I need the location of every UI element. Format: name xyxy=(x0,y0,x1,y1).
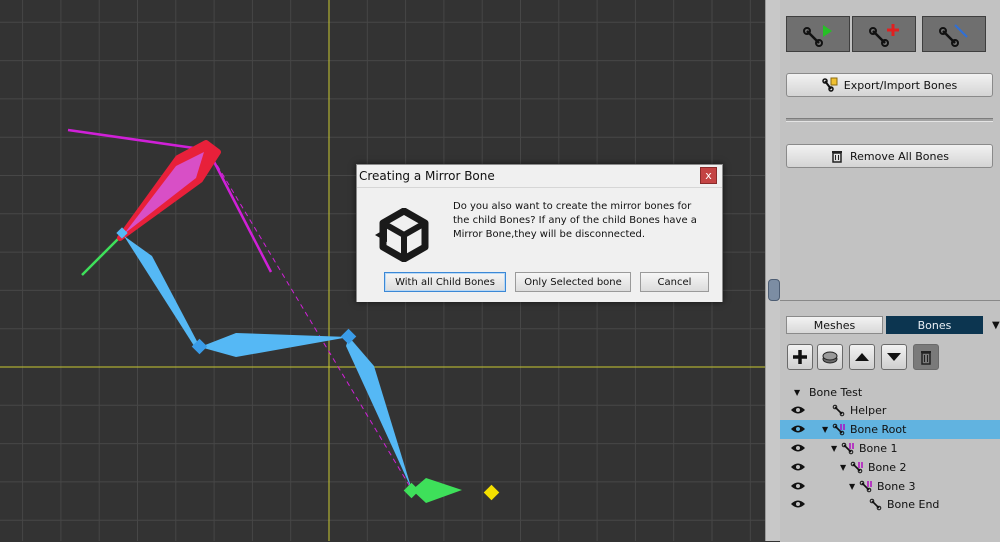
tab-dropdown-arrow-icon[interactable]: ▼ xyxy=(992,320,1000,331)
tree-item-bone-3[interactable]: ▼ Bone 3 xyxy=(780,477,1000,496)
visibility-eye-icon[interactable] xyxy=(790,443,806,453)
bone-add-tool-button[interactable] xyxy=(852,16,916,52)
expand-arrow-icon[interactable]: ▼ xyxy=(822,425,828,434)
tree-item-label: Bone 2 xyxy=(868,461,907,474)
tab-meshes-label: Meshes xyxy=(813,318,856,332)
with-all-child-bones-button[interactable]: With all Child Bones xyxy=(384,272,506,292)
splitter-handle[interactable] xyxy=(768,279,780,301)
visibility-eye-icon[interactable] xyxy=(790,462,806,472)
move-down-icon xyxy=(887,353,901,361)
bone-icon xyxy=(850,461,863,474)
panel-splitter-scrollbar[interactable] xyxy=(765,0,781,541)
add-bone-icon xyxy=(793,350,807,364)
export-import-icon xyxy=(822,77,838,92)
bone-link-icon xyxy=(939,24,968,47)
cancel-button[interactable]: Cancel xyxy=(640,272,709,292)
tree-item-label: Bone End xyxy=(887,498,940,511)
visibility-eye-icon[interactable] xyxy=(790,499,806,509)
bone-add-icon xyxy=(869,24,899,47)
tree-item-bone-2[interactable]: ▼ Bone 2 xyxy=(780,458,1000,477)
bone-select-icon xyxy=(803,25,832,47)
tree-item-label: Helper xyxy=(850,404,887,417)
visibility-eye-icon[interactable] xyxy=(790,481,806,491)
add-bone-button[interactable] xyxy=(787,344,813,370)
hierarchy-section: Meshes Bones ▼ ▼ Bone Test Helper ▼ Bone… xyxy=(780,300,1000,542)
dialog-title: Creating a Mirror Bone xyxy=(359,169,495,183)
mirror-bone-dialog: Creating a Mirror Bone x Do you also wan… xyxy=(356,164,723,302)
remove-all-bones-label: Remove All Bones xyxy=(849,149,950,163)
bone-mirror-icon xyxy=(822,351,838,364)
move-up-icon xyxy=(855,353,869,361)
tree-root-label: Bone Test xyxy=(809,386,863,399)
bone-select-tool-button[interactable] xyxy=(786,16,850,52)
tab-bones-label: Bones xyxy=(917,318,952,332)
bone-icon xyxy=(869,498,882,511)
remove-all-bones-button[interactable]: Remove All Bones xyxy=(786,144,993,168)
export-import-label: Export/Import Bones xyxy=(843,78,958,92)
expand-arrow-icon[interactable]: ▼ xyxy=(849,482,855,491)
bone-root-icon xyxy=(832,423,845,436)
unity-logo-icon xyxy=(375,208,429,262)
tree-item-helper[interactable]: Helper xyxy=(780,401,1000,420)
bone-mirror-button[interactable] xyxy=(817,344,843,370)
close-button[interactable]: x xyxy=(700,167,717,184)
tree-item-bone-root[interactable]: ▼ Bone Root xyxy=(780,420,1000,439)
expand-arrow-icon[interactable]: ▼ xyxy=(840,463,846,472)
dialog-body: Do you also want to create the mirror bo… xyxy=(357,187,722,302)
delete-bone-button[interactable] xyxy=(913,344,939,370)
move-down-button[interactable] xyxy=(881,344,907,370)
delete-bone-icon xyxy=(921,351,931,365)
tree-item-label: Bone Root xyxy=(850,423,907,436)
expand-arrow-icon[interactable]: ▼ xyxy=(794,388,800,397)
tree-item-label: Bone 3 xyxy=(877,480,916,493)
trash-icon xyxy=(831,151,842,163)
tab-bones[interactable]: Bones xyxy=(886,316,983,334)
move-up-button[interactable] xyxy=(849,344,875,370)
only-selected-bone-button[interactable]: Only Selected bone xyxy=(515,272,631,292)
section-divider xyxy=(786,118,993,122)
tree-item-bone-end[interactable]: Bone End xyxy=(780,495,1000,514)
bone-icon xyxy=(859,480,872,493)
visibility-eye-icon[interactable] xyxy=(790,405,806,415)
bone-link-tool-button[interactable] xyxy=(922,16,986,52)
bone-icon xyxy=(841,442,854,455)
tree-item-label: Bone 1 xyxy=(859,442,898,455)
dialog-message: Do you also want to create the mirror bo… xyxy=(453,201,697,240)
export-import-bones-button[interactable]: Export/Import Bones xyxy=(786,73,993,97)
tree-item-bone-1[interactable]: ▼ Bone 1 xyxy=(780,439,1000,458)
expand-arrow-icon[interactable]: ▼ xyxy=(831,444,837,453)
visibility-eye-icon[interactable] xyxy=(790,424,806,434)
tree-root-row[interactable]: ▼ Bone Test xyxy=(780,383,1000,402)
inspector-panel: Export/Import Bones Remove All Bones Mes… xyxy=(780,0,1000,542)
bone-icon xyxy=(832,404,845,417)
tab-meshes[interactable]: Meshes xyxy=(786,316,883,334)
